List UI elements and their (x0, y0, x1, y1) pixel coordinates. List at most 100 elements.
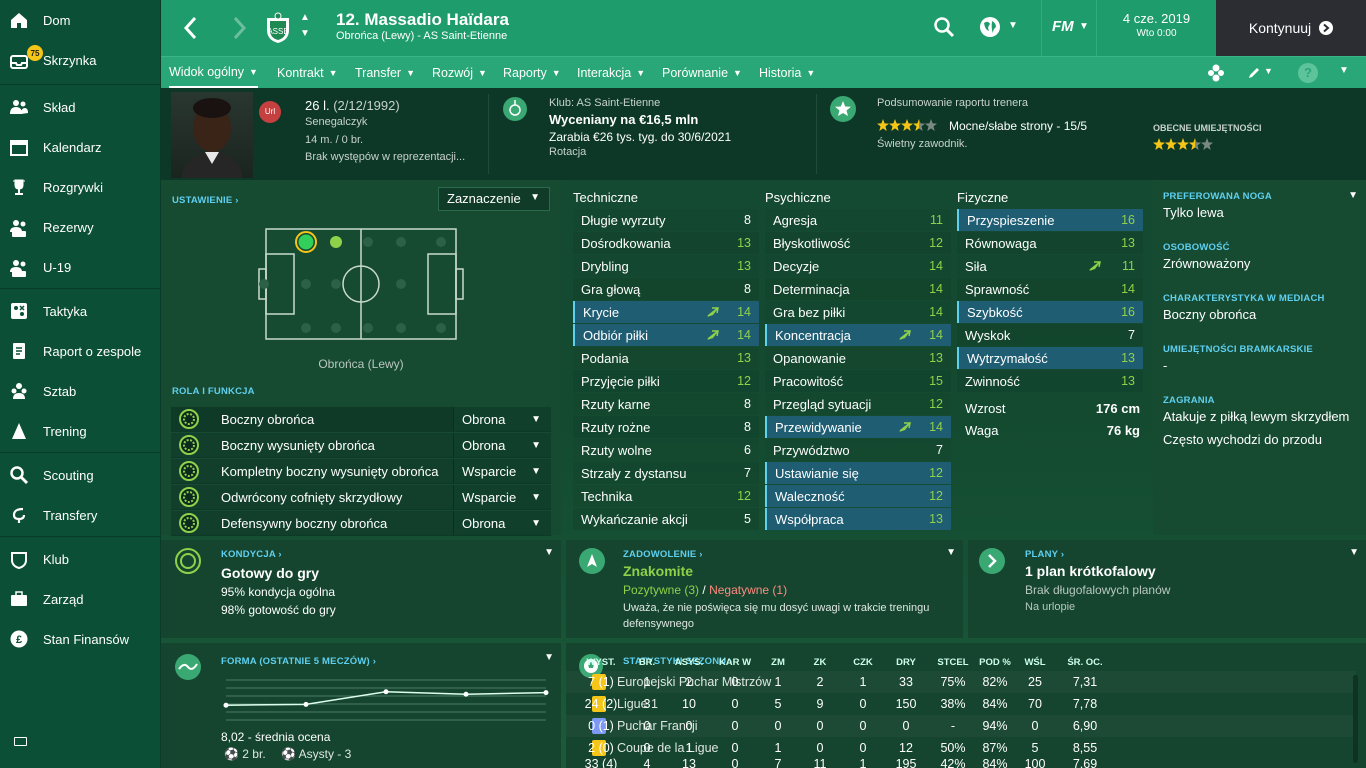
attribute-row[interactable]: Przyjęcie piłki 12 (573, 370, 759, 392)
continue-button[interactable]: Kontynuuj (1216, 0, 1366, 56)
role-row[interactable]: Boczny wysunięty obrońca Obrona ▼ (171, 433, 551, 458)
injury-badge[interactable]: Url (259, 101, 281, 123)
stat-column-header[interactable]: ASYS. (664, 657, 714, 668)
player-nationality[interactable]: Senegalczyk (305, 116, 367, 128)
back-button[interactable] (179, 14, 203, 42)
attribute-row[interactable]: Równowaga 13 (957, 232, 1143, 254)
season-stat-row[interactable]: Puchar Francji 0 (1) 0 0 0 0 0 0 0-94% 0 6,90 (566, 715, 1356, 737)
tab-kontrakt[interactable]: Kontrakt ▼ (277, 57, 337, 88)
attribute-row[interactable]: Dośrodkowania 13 (573, 232, 759, 254)
attribute-row[interactable]: Odbiór piłki 14 (573, 324, 759, 346)
tab-porównanie[interactable]: Porównanie ▼ (662, 57, 742, 88)
expand-button[interactable]: ▼ (946, 547, 956, 558)
attribute-row[interactable]: Ustawianie się 12 (765, 462, 951, 484)
sidebar-item-taktyka[interactable]: Taktyka (0, 291, 160, 331)
tab-widok-ogólny[interactable]: Widok ogólny ▼ (169, 57, 258, 88)
detail-title[interactable]: ZAGRANIA (1163, 395, 1358, 406)
attribute-row[interactable]: Podania 13 (573, 347, 759, 369)
attribute-row[interactable]: Sprawność 14 (957, 278, 1143, 300)
attribute-row[interactable]: Waleczność 12 (765, 485, 951, 507)
duty-dropdown[interactable]: Obrona ▼ (453, 511, 551, 535)
duty-dropdown[interactable]: Obrona ▼ (453, 433, 551, 457)
position-dropdown[interactable]: Zaznaczenie ▼ (438, 187, 550, 211)
expand-button[interactable]: ▼ (544, 547, 554, 558)
tab-interakcja[interactable]: Interakcja ▼ (577, 57, 645, 88)
attribute-row[interactable]: Gra bez piłki 14 (765, 301, 951, 323)
attribute-row[interactable]: Przyspieszenie 16 (957, 209, 1143, 231)
attribute-row[interactable]: Przywództwo 7 (765, 439, 951, 461)
edit-button[interactable]: ▼ (1247, 63, 1277, 83)
attribute-row[interactable]: Determinacja 14 (765, 278, 951, 300)
tab-rozwój[interactable]: Rozwój ▼ (432, 57, 487, 88)
sidebar-item-trening[interactable]: Trening (0, 411, 160, 451)
attribute-row[interactable]: Wyskok 7 (957, 324, 1143, 346)
attribute-row[interactable]: Drybling 13 (573, 255, 759, 277)
more-options-button[interactable]: ▼ (1339, 65, 1349, 76)
role-row[interactable]: Odwrócony cofnięty skrzydłowy Wsparcie ▼ (171, 485, 551, 510)
duty-dropdown[interactable]: Obrona ▼ (453, 407, 551, 431)
attribute-row[interactable]: Wytrzymałość 13 (957, 347, 1143, 369)
pitch-diagram[interactable] (256, 224, 466, 344)
sidebar-item-scouting[interactable]: Scouting (0, 455, 160, 495)
attribute-row[interactable]: Strzały z dystansu 7 (573, 462, 759, 484)
attribute-row[interactable]: Gra głową 8 (573, 278, 759, 300)
stat-column-header[interactable]: WYST. (576, 657, 626, 668)
sidebar-item-dom[interactable]: Dom (0, 0, 160, 40)
tab-historia[interactable]: Historia ▼ (759, 57, 815, 88)
tab-raporty[interactable]: Raporty ▼ (503, 57, 561, 88)
attribute-row[interactable]: Technika 12 (573, 485, 759, 507)
player-switch-arrows[interactable]: ▲ ▼ (298, 12, 312, 42)
sidebar-item-skład[interactable]: Skład (0, 87, 160, 127)
expand-button[interactable]: ▼ (544, 652, 554, 663)
stat-column-header[interactable]: DRY (881, 657, 931, 668)
attribute-row[interactable]: Siła 11 (957, 255, 1143, 277)
sidebar-item-sztab[interactable]: Sztab (0, 371, 160, 411)
attribute-row[interactable]: Przegląd sytuacji 12 (765, 393, 951, 415)
keyboard-icon[interactable] (14, 737, 27, 746)
world-button[interactable]: ▼ (978, 15, 1023, 41)
role-row[interactable]: Boczny obrońca Obrona ▼ (171, 407, 551, 432)
stat-column-header[interactable]: WŚL (1010, 657, 1060, 668)
club-label[interactable]: Klub: AS Saint-Etienne (549, 97, 660, 109)
attribute-row[interactable]: Szybkość 16 (957, 301, 1143, 323)
sidebar-item-skrzynka[interactable]: 75 Skrzynka (0, 40, 160, 80)
coach-report-title[interactable]: Podsumowanie raportu trenera (877, 97, 1028, 109)
attribute-row[interactable]: Wykańczanie akcji 5 (573, 508, 759, 530)
sidebar-item-u-19[interactable]: U-19 (0, 247, 160, 287)
role-row[interactable]: Defensywny boczny obrońca Obrona ▼ (171, 511, 551, 536)
morale-title[interactable]: ZADOWOLENIE › (623, 549, 703, 560)
detail-title[interactable]: CHARAKTERYSTYKA W MEDIACH (1163, 293, 1358, 304)
season-stat-row[interactable]: Ligue 1 24 (2) 3 10 0 5 9 0 150 38% 84% 70 7,78 (566, 693, 1356, 715)
detail-title[interactable]: UMIEJĘTNOŚCI BRAMKARSKIE (1163, 344, 1358, 355)
season-stat-row[interactable]: 33 (4) 4 13 0 7 11 1 195 42% 84% 100 7,69 (566, 753, 1356, 768)
attribute-row[interactable]: Przewidywanie 14 (765, 416, 951, 438)
positive-count[interactable]: Pozytywne (3) (623, 583, 699, 597)
search-button[interactable] (933, 16, 955, 38)
attribute-row[interactable]: Rzuty rożne 8 (573, 416, 759, 438)
plans-title[interactable]: PLANY › (1025, 549, 1064, 560)
sidebar-item-klub[interactable]: Klub (0, 539, 160, 579)
sidebar-item-stan-finansów[interactable]: £ Stan Finansów (0, 619, 160, 659)
staff-report-button[interactable] (1206, 63, 1226, 83)
attribute-row[interactable]: Zwinność 13 (957, 370, 1143, 392)
negative-count[interactable]: Negatywne (1) (709, 583, 787, 597)
attribute-row[interactable]: Agresja 11 (765, 209, 951, 231)
duty-dropdown[interactable]: Wsparcie ▼ (453, 459, 551, 483)
condition-title[interactable]: KONDYCJA › (221, 549, 282, 560)
sidebar-item-rezerwy[interactable]: Rezerwy (0, 207, 160, 247)
stat-column-header[interactable]: ŚR. OC. (1060, 657, 1110, 668)
sidebar-item-zarząd[interactable]: Zarząd (0, 579, 160, 619)
attribute-row[interactable]: Rzuty karne 8 (573, 393, 759, 415)
season-stat-row[interactable]: Europejski Puchar Mistrzów 7 (1) 1 2 0 1 2 1 33 7… (566, 671, 1356, 693)
attribute-row[interactable]: Decyzje 14 (765, 255, 951, 277)
detail-title[interactable]: PREFEROWANA NOGA (1163, 191, 1358, 202)
fm-menu-button[interactable]: FM ▼ (1041, 0, 1096, 56)
position-label[interactable]: USTAWIENIE › (172, 195, 239, 206)
duty-dropdown[interactable]: Wsparcie ▼ (453, 485, 551, 509)
sidebar-item-raport-o-zespole[interactable]: Raport o zespole (0, 331, 160, 371)
attribute-row[interactable]: Opanowanie 13 (765, 347, 951, 369)
role-row[interactable]: Kompletny boczny wysunięty obrońca Wsparc… (171, 459, 551, 484)
attribute-row[interactable]: Długie wyrzuty 8 (573, 209, 759, 231)
date-display[interactable]: 4 cze. 2019 Wto 0:00 (1096, 0, 1216, 56)
scrollbar[interactable] (1353, 675, 1358, 763)
